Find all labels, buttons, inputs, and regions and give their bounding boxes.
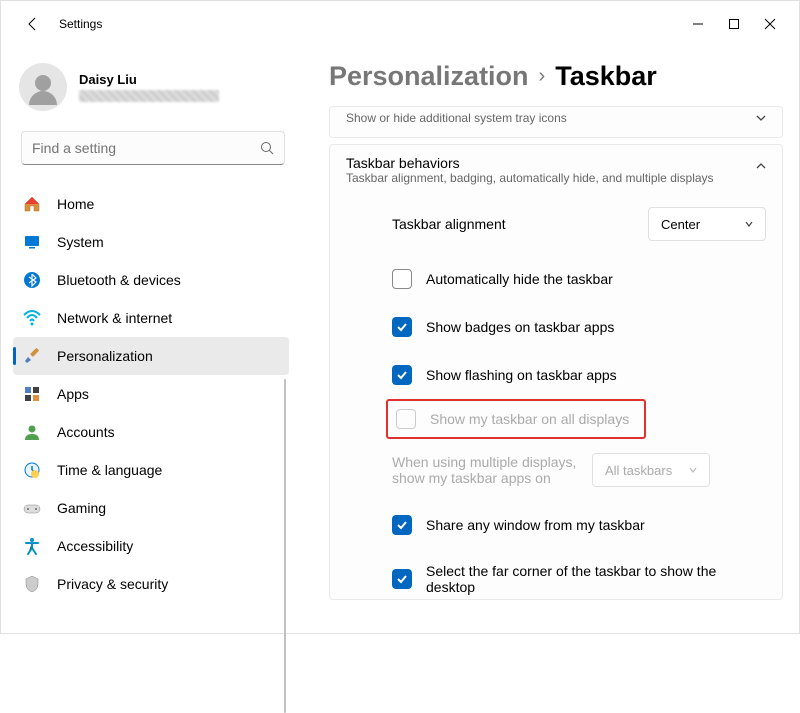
row-auto-hide[interactable]: Automatically hide the taskbar — [346, 255, 766, 303]
setting-label: Show my taskbar on all displays — [430, 411, 629, 427]
row-all-displays: Show my taskbar on all displays — [388, 407, 644, 431]
setting-label: Taskbar alignment — [392, 216, 648, 232]
nav-home[interactable]: Home — [13, 185, 289, 223]
chevron-down-icon — [687, 464, 699, 476]
profile-block[interactable]: Daisy Liu — [1, 61, 301, 129]
nav-label: Home — [57, 196, 94, 212]
nav-list: Home System Bluetooth & devices Network … — [1, 179, 301, 603]
nav-label: Personalization — [57, 348, 153, 364]
panel-title: Taskbar behaviors — [346, 155, 766, 171]
nav-label: Apps — [57, 386, 89, 402]
panel-subtitle: Taskbar alignment, badging, automaticall… — [346, 171, 766, 185]
row-taskbar-alignment: Taskbar alignment Center — [346, 185, 766, 255]
nav-label: Accounts — [57, 424, 115, 440]
nav-apps[interactable]: Apps — [13, 375, 289, 413]
multi-select: All taskbars — [592, 453, 710, 487]
highlighted-setting: Show my taskbar on all displays — [386, 399, 646, 439]
window-controls — [691, 17, 799, 31]
nav-accessibility[interactable]: Accessibility — [13, 527, 289, 565]
alignment-select[interactable]: Center — [648, 207, 766, 241]
main-content: Personalization › Taskbar Show or hide a… — [301, 47, 799, 635]
chevron-down-icon — [754, 111, 768, 125]
nav-label: Gaming — [57, 500, 106, 516]
setting-label: Select the far corner of the taskbar to … — [426, 563, 746, 595]
sidebar: Daisy Liu Home System Bluetooth & device… — [1, 47, 301, 635]
nav-network[interactable]: Network & internet — [13, 299, 289, 337]
select-value: All taskbars — [605, 463, 672, 478]
breadcrumb-parent[interactable]: Personalization — [329, 61, 529, 92]
profile-name: Daisy Liu — [79, 72, 219, 87]
search-input[interactable] — [32, 140, 260, 156]
nav-label: Bluetooth & devices — [57, 272, 181, 288]
select-value: Center — [661, 217, 700, 232]
row-multi-displays: When using multiple displays, show my ta… — [346, 439, 766, 501]
nav-label: Network & internet — [57, 310, 172, 326]
nav-gaming[interactable]: Gaming — [13, 489, 289, 527]
privacy-icon — [23, 575, 41, 593]
chevron-up-icon — [754, 159, 768, 173]
setting-label: Show flashing on taskbar apps — [426, 367, 617, 383]
checkbox-share-window[interactable] — [392, 515, 412, 535]
personalization-icon — [23, 347, 41, 365]
window-title: Settings — [59, 17, 102, 31]
network-icon — [23, 309, 41, 327]
row-badges[interactable]: Show badges on taskbar apps — [346, 303, 766, 351]
back-button[interactable] — [23, 14, 43, 34]
nav-personalization[interactable]: Personalization — [13, 337, 289, 375]
system-icon — [23, 233, 41, 251]
row-flashing[interactable]: Show flashing on taskbar apps — [346, 351, 766, 399]
nav-label: System — [57, 234, 104, 250]
profile-email-redacted — [79, 90, 219, 102]
minimize-button[interactable] — [691, 17, 705, 31]
checkbox-badges[interactable] — [392, 317, 412, 337]
nav-system[interactable]: System — [13, 223, 289, 261]
chevron-right-icon: › — [539, 65, 546, 88]
nav-label: Accessibility — [57, 538, 133, 554]
nav-bluetooth[interactable]: Bluetooth & devices — [13, 261, 289, 299]
close-button[interactable] — [763, 17, 777, 31]
nav-label: Time & language — [57, 462, 162, 478]
search-box[interactable] — [21, 131, 285, 165]
panel-system-tray[interactable]: Show or hide additional system tray icon… — [329, 106, 783, 138]
bluetooth-icon — [23, 271, 41, 289]
chevron-down-icon — [743, 218, 755, 230]
setting-label: Automatically hide the taskbar — [426, 271, 613, 287]
checkbox-all-displays — [396, 409, 416, 429]
checkbox-far-corner[interactable] — [392, 569, 412, 589]
setting-label: Share any window from my taskbar — [426, 517, 645, 533]
row-far-corner[interactable]: Select the far corner of the taskbar to … — [346, 549, 766, 599]
nav-accounts[interactable]: Accounts — [13, 413, 289, 451]
breadcrumb-current: Taskbar — [555, 61, 657, 92]
maximize-button[interactable] — [727, 17, 741, 31]
setting-label: Show badges on taskbar apps — [426, 319, 614, 335]
nav-privacy[interactable]: Privacy & security — [13, 565, 289, 603]
setting-label: When using multiple displays, show my ta… — [392, 454, 592, 486]
search-icon — [260, 141, 274, 155]
time-icon — [23, 461, 41, 479]
sidebar-scrollbar[interactable] — [284, 379, 286, 713]
panel-header[interactable]: Taskbar behaviors Taskbar alignment, bad… — [346, 155, 766, 185]
checkbox-flashing[interactable] — [392, 365, 412, 385]
nav-label: Privacy & security — [57, 576, 168, 592]
breadcrumb: Personalization › Taskbar — [329, 61, 783, 92]
home-icon — [23, 195, 41, 213]
row-share-window[interactable]: Share any window from my taskbar — [346, 501, 766, 549]
gaming-icon — [23, 499, 41, 517]
nav-time[interactable]: Time & language — [13, 451, 289, 489]
accessibility-icon — [23, 537, 41, 555]
accounts-icon — [23, 423, 41, 441]
panel-subtitle: Show or hide additional system tray icon… — [346, 111, 766, 125]
title-bar: Settings — [1, 1, 799, 47]
apps-icon — [23, 385, 41, 403]
panel-taskbar-behaviors: Taskbar behaviors Taskbar alignment, bad… — [329, 144, 783, 600]
checkbox-auto-hide[interactable] — [392, 269, 412, 289]
avatar — [19, 63, 67, 111]
